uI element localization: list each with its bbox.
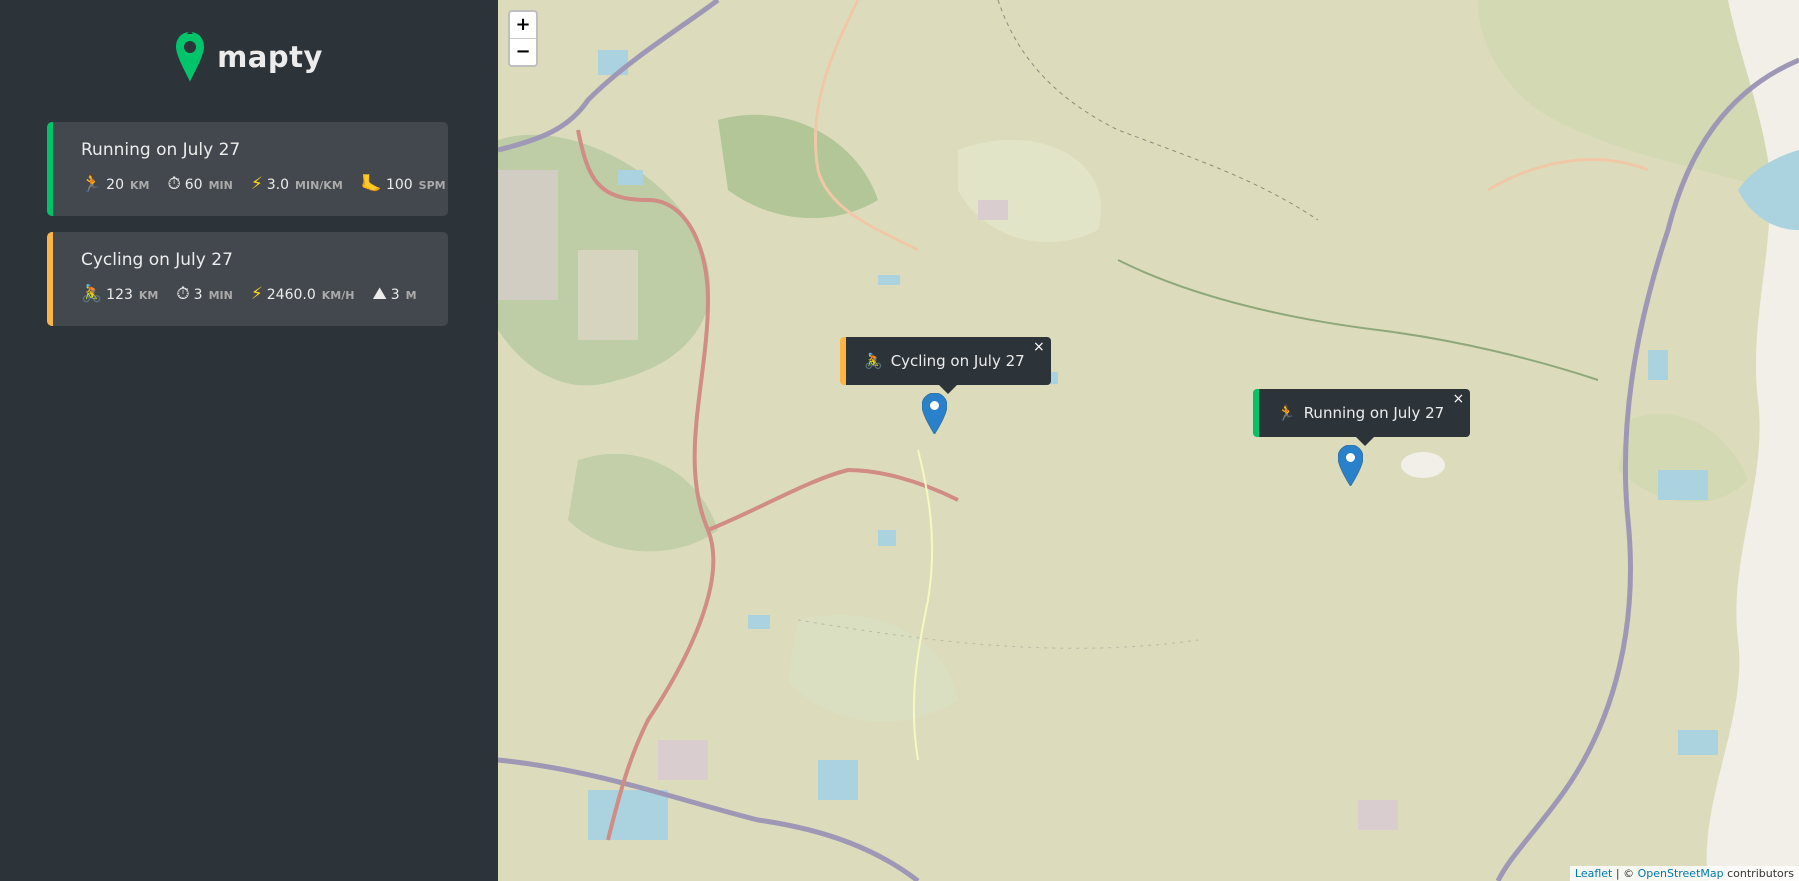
elevation-unit: m <box>405 289 417 302</box>
popup-close-button[interactable]: × <box>1452 391 1464 407</box>
cadence-detail: 🦶 100 spm <box>361 174 446 194</box>
cycling-icon: 🚴 <box>864 352 883 370</box>
stopwatch-icon: ⏱ <box>176 284 190 304</box>
map-tiles[interactable] <box>498 0 1799 881</box>
lightning-icon: ⚡ <box>250 284 263 304</box>
zoom-control: + − <box>508 10 538 67</box>
workout-details: 🚴 123 km ⏱ 3 min ⚡ 2460.0 km/h ⛰ 3 <box>81 284 448 304</box>
workout-title: Running on July 27 <box>81 140 241 160</box>
distance-detail: 🚴 123 km <box>81 284 158 304</box>
popup-running[interactable]: 🏃 Running on July 27 × <box>1253 389 1471 446</box>
attribution-separator: | © <box>1612 867 1638 880</box>
running-icon: 🏃 <box>1277 404 1296 422</box>
pace-value: 3.0 <box>266 177 290 193</box>
elevation-value: 3 <box>390 287 400 303</box>
duration-value: 3 <box>193 287 203 303</box>
workout-title: Cycling on July 27 <box>81 250 233 270</box>
duration-unit: min <box>208 179 233 192</box>
speed-value: 2460.0 <box>266 287 316 303</box>
stopwatch-icon: ⏱ <box>167 174 181 194</box>
distance-value: 123 <box>106 287 133 303</box>
workout-details: 🏃 20 km ⏱ 60 min ⚡ 3.0 min/km 🦶 100 <box>81 174 448 194</box>
workout-list: Running on July 27 🏃 20 km ⏱ 60 min ⚡ 3.… <box>47 122 448 342</box>
duration-value: 60 <box>184 177 203 193</box>
map-pin-logo-icon <box>176 30 205 82</box>
footprint-icon: 🦶 <box>360 174 382 194</box>
distance-unit: km <box>138 289 159 302</box>
pace-unit: min/km <box>295 179 343 192</box>
zoom-in-button[interactable]: + <box>510 12 536 38</box>
popup-close-button[interactable]: × <box>1033 339 1045 355</box>
distance-unit: km <box>130 179 150 192</box>
sidebar: mapty Running on July 27 🏃 20 km ⏱ 60 mi… <box>0 0 498 881</box>
map-attribution: Leaflet | © OpenStreetMap contributors <box>1569 866 1799 881</box>
leaflet-link[interactable]: Leaflet <box>1575 867 1612 880</box>
cadence-value: 100 <box>385 177 413 193</box>
workout-item-cycling[interactable]: Cycling on July 27 🚴 123 km ⏱ 3 min ⚡ 24… <box>47 232 448 326</box>
popup-label: Cycling on July 27 <box>890 352 1025 370</box>
running-icon: 🏃 <box>81 174 103 194</box>
cycling-icon: 🚴 <box>81 284 103 304</box>
duration-detail: ⏱ 60 min <box>167 174 232 194</box>
pace-detail: ⚡ 3.0 min/km <box>251 174 343 194</box>
app-name: mapty <box>217 40 323 74</box>
distance-value: 20 <box>106 177 124 193</box>
cadence-unit: spm <box>418 179 446 192</box>
duration-unit: min <box>208 289 233 302</box>
map-marker-cycling[interactable] <box>922 393 947 434</box>
lightning-icon: ⚡ <box>250 174 263 194</box>
map-marker-running[interactable] <box>1338 445 1363 486</box>
speed-unit: km/h <box>321 289 355 302</box>
popup-cycling[interactable]: 🚴 Cycling on July 27 × <box>840 337 1051 394</box>
map[interactable]: + − 🚴 Cycling on July 27 × 🏃 Running on … <box>498 0 1799 881</box>
openstreetmap-link[interactable]: OpenStreetMap <box>1638 867 1724 880</box>
logo: mapty <box>0 30 498 84</box>
mountain-icon: ⛰ <box>372 284 387 304</box>
workout-item-running[interactable]: Running on July 27 🏃 20 km ⏱ 60 min ⚡ 3.… <box>47 122 448 216</box>
speed-detail: ⚡ 2460.0 km/h <box>251 284 355 304</box>
distance-detail: 🏃 20 km <box>81 174 149 194</box>
elevation-detail: ⛰ 3 m <box>372 284 416 304</box>
duration-detail: ⏱ 3 min <box>176 284 232 304</box>
attribution-suffix: contributors <box>1723 867 1794 880</box>
zoom-out-button[interactable]: − <box>510 38 536 65</box>
popup-label: Running on July 27 <box>1303 404 1445 422</box>
